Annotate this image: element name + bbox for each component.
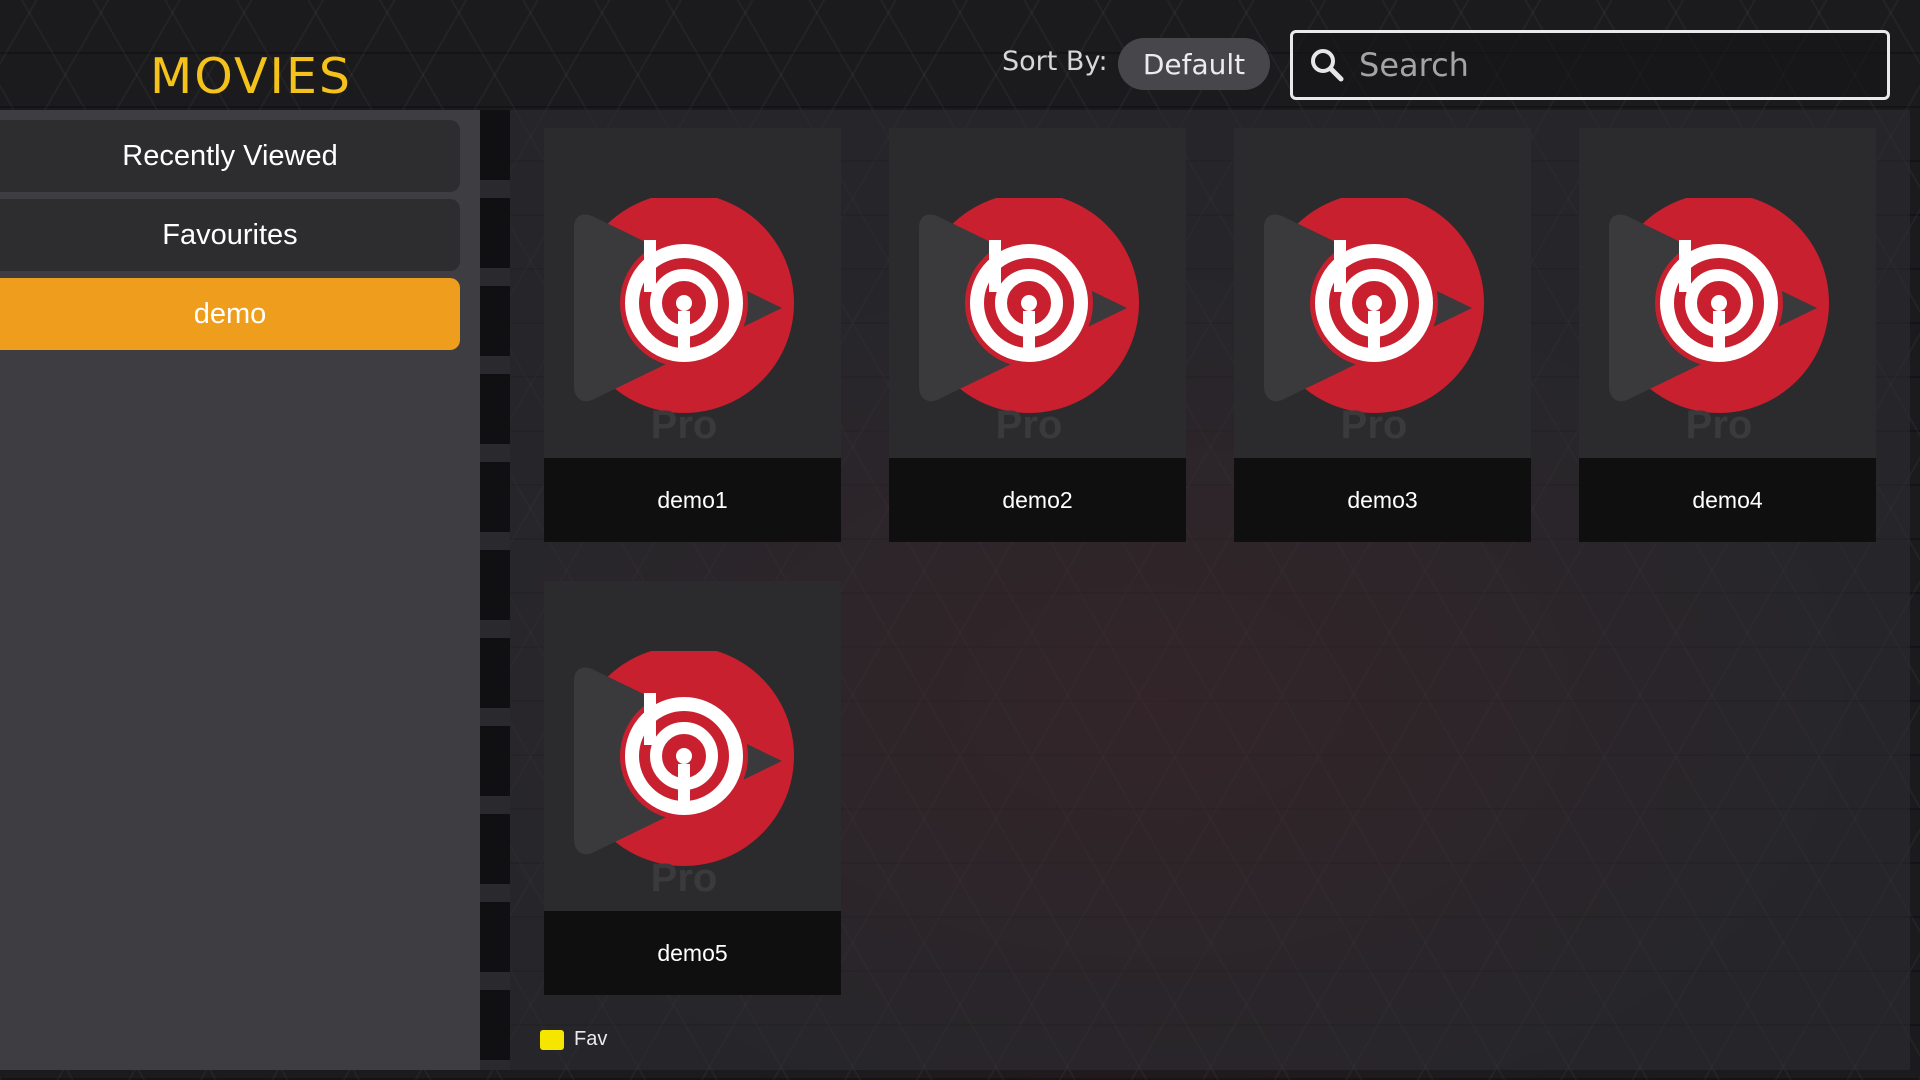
movie-poster: Pro [889,128,1186,458]
movie-grid: Pro demo1 Pro demo2 Pro demo3 Pro demo4 … [510,110,1910,1070]
app-logo-icon: Pro [574,198,794,447]
search-input[interactable] [1357,45,1861,85]
movie-card[interactable]: Pro demo4 [1579,128,1876,542]
page-title: MOVIES [150,48,353,105]
movie-poster: Pro [1579,128,1876,458]
app-logo-icon: Pro [919,198,1139,447]
poster-pro-text: Pro [1341,403,1408,447]
app-logo-icon: Pro [1609,198,1829,447]
search-icon [1311,49,1344,82]
movie-card[interactable]: Pro demo2 [889,128,1186,542]
movie-card[interactable]: Pro demo3 [1234,128,1531,542]
sort-dropdown-button[interactable]: Default [1118,38,1270,90]
sidebar-divider [480,110,510,1070]
movie-title: demo5 [544,911,841,995]
movie-title: demo4 [1579,458,1876,542]
fav-legend: Fav [540,1028,607,1051]
movie-title: demo3 [1234,458,1531,542]
sidebar-item-favourites[interactable]: Favourites [0,199,460,271]
movie-poster: Pro [1234,128,1531,458]
sort-by-label: Sort By: [1002,46,1108,77]
sidebar-item-demo[interactable]: demo [0,278,460,350]
movie-poster: Pro [544,128,841,458]
app-logo-icon: Pro [574,651,794,900]
movie-poster: Pro [544,581,841,911]
search-box[interactable] [1290,30,1890,100]
sidebar-item-recently-viewed[interactable]: Recently Viewed [0,120,460,192]
fav-color-swatch [540,1029,564,1050]
poster-pro-text: Pro [651,856,718,900]
category-sidebar: Recently Viewed Favourites demo [0,110,480,1070]
poster-pro-text: Pro [1686,403,1753,447]
movie-title: demo1 [544,458,841,542]
poster-pro-text: Pro [996,403,1063,447]
fav-legend-label: Fav [574,1028,608,1050]
poster-pro-text: Pro [651,403,718,447]
movie-card[interactable]: Pro demo5 [544,581,841,995]
movie-card[interactable]: Pro demo1 [544,128,841,542]
app-logo-icon: Pro [1264,198,1484,447]
movie-title: demo2 [889,458,1186,542]
